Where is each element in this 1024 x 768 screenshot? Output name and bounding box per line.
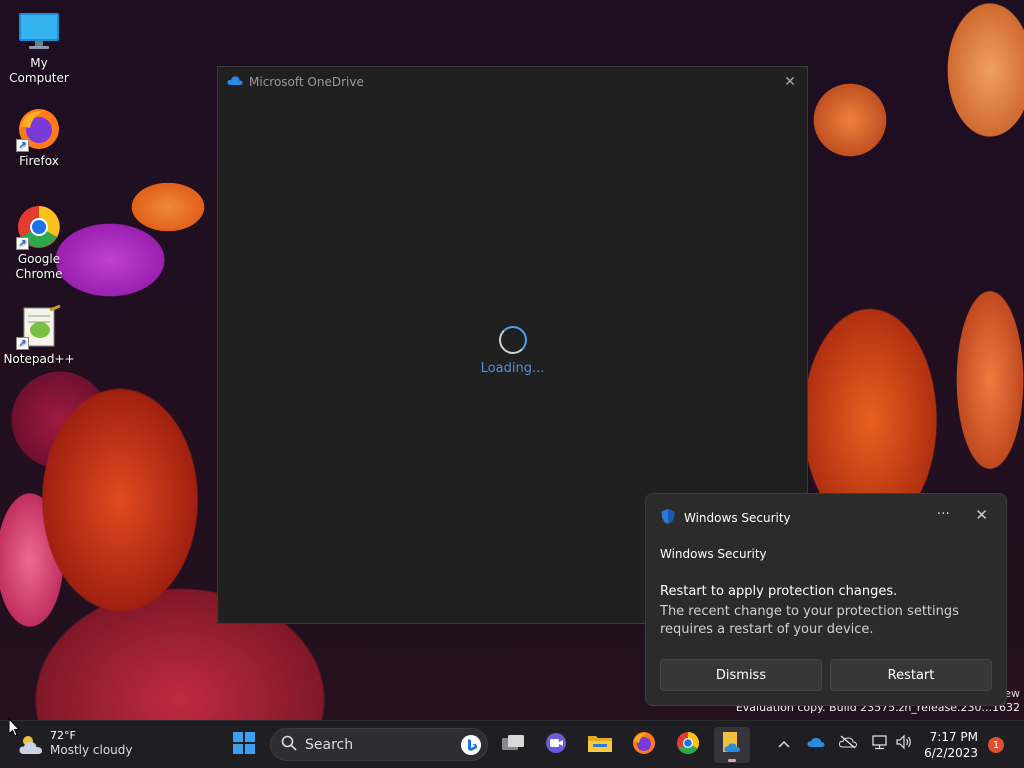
tray-onedrive-offline-button[interactable] [838, 734, 858, 754]
shield-icon [660, 508, 676, 528]
loading-text: Loading... [480, 361, 545, 376]
desktop-icon-notepadpp[interactable]: ↗ Notepad++ [0, 304, 78, 367]
start-button[interactable] [226, 727, 262, 763]
show-hidden-icons-button[interactable] [774, 734, 794, 754]
restart-button[interactable]: Restart [830, 659, 992, 691]
cloud-icon [18, 735, 44, 754]
folder-icon [587, 732, 613, 758]
cloud-off-icon [838, 735, 858, 753]
close-button[interactable]: ✕ [779, 71, 801, 93]
onedrive-cloud-icon [227, 75, 243, 89]
toast-title: Restart to apply protection changes. [660, 584, 898, 599]
clock-date: 6/2/2023 [924, 746, 978, 760]
taskbar: 72°F Mostly cloudy Search 7:17 PM 6/2/20… [0, 720, 1024, 768]
chrome-icon [676, 731, 700, 759]
mouse-cursor-icon [8, 717, 21, 742]
windows-logo-icon [233, 732, 255, 758]
close-icon: ✕ [975, 506, 988, 524]
shortcut-arrow-icon: ↗ [16, 237, 29, 250]
taskbar-chrome-button[interactable] [670, 727, 706, 763]
chevron-up-icon [778, 737, 790, 752]
chat-icon [544, 732, 568, 758]
toast-close-button[interactable]: ✕ [975, 506, 988, 524]
task-view-button[interactable] [495, 727, 531, 763]
clock-button[interactable]: 7:17 PM 6/2/2023 [922, 729, 978, 761]
loading-spinner [499, 326, 527, 354]
ellipsis-icon: ··· [936, 506, 950, 522]
toast-header-label: Windows Security [684, 511, 791, 525]
onedrive-cloud-icon [807, 736, 825, 752]
onedrive-title: Microsoft OneDrive [249, 74, 364, 89]
windows-security-toast: Windows Security ··· ✕ Windows Security … [645, 493, 1007, 706]
firefox-icon [632, 731, 656, 759]
weather-widget[interactable]: 72°F Mostly cloudy [18, 729, 133, 758]
active-indicator [728, 759, 736, 762]
weather-temp: 72°F [50, 729, 76, 742]
desktop-icon-label: Google Chrome [15, 252, 63, 281]
teams-chat-button[interactable] [538, 727, 574, 763]
desktop-icon-my-computer[interactable]: My Computer [0, 8, 78, 86]
chrome-icon: ↗ [16, 204, 62, 250]
shortcut-arrow-icon: ↗ [16, 337, 29, 350]
search-icon [281, 735, 297, 755]
onedrive-setup-icon [720, 730, 744, 760]
notepadpp-icon: ↗ [16, 304, 62, 350]
search-label: Search [305, 736, 354, 753]
network-button[interactable] [870, 734, 890, 754]
toast-header: Windows Security [660, 508, 791, 528]
task-view-icon [501, 733, 525, 757]
more-options-button[interactable]: ··· [937, 506, 950, 522]
desktop-icon-label: My Computer [9, 56, 69, 85]
firefox-icon: ↗ [16, 106, 62, 152]
desktop-icon-label: Firefox [19, 154, 59, 168]
desktop-icon-chrome[interactable]: ↗ Google Chrome [0, 204, 78, 282]
taskbar-search[interactable]: Search [270, 728, 488, 761]
monitor-icon [16, 8, 62, 54]
onedrive-titlebar[interactable]: Microsoft OneDrive [218, 67, 807, 96]
network-icon [871, 734, 889, 754]
toast-app-name: Windows Security [660, 547, 767, 561]
taskbar-onedrive-setup-button[interactable] [714, 727, 750, 763]
speaker-icon [895, 734, 913, 754]
dismiss-button[interactable]: Dismiss [660, 659, 822, 691]
toast-body: The recent change to your protection set… [660, 604, 959, 637]
desktop-icon-label: Notepad++ [3, 352, 75, 366]
taskbar-firefox-button[interactable] [626, 727, 662, 763]
bing-icon [460, 734, 482, 760]
notification-badge[interactable]: 1 [988, 737, 1004, 753]
close-icon: ✕ [784, 74, 796, 90]
desktop-icon-firefox[interactable]: ↗ Firefox [0, 106, 78, 169]
file-explorer-button[interactable] [582, 727, 618, 763]
clock-time: 7:17 PM [929, 730, 978, 744]
weather-condition: Mostly cloudy [50, 743, 133, 757]
volume-button[interactable] [894, 734, 914, 754]
shortcut-arrow-icon: ↗ [16, 139, 29, 152]
tray-onedrive-button[interactable] [806, 734, 826, 754]
